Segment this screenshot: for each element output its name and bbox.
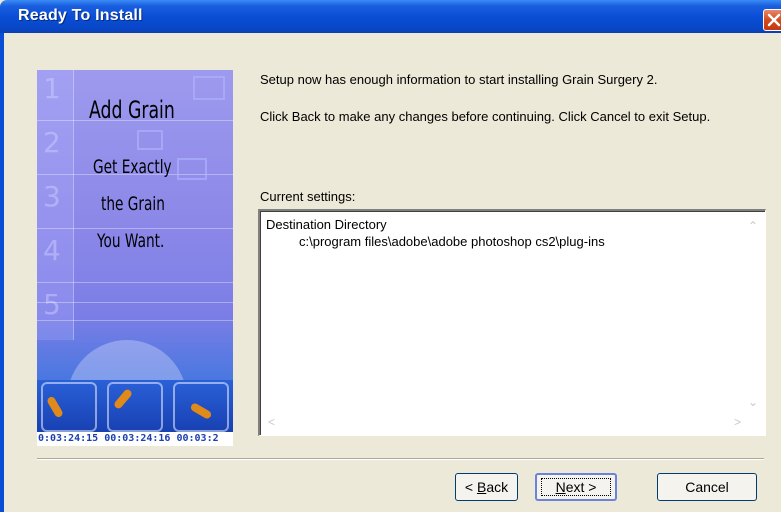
banner-grid-line <box>37 228 233 229</box>
title-bar[interactable]: Ready To Install <box>0 0 781 33</box>
settings-heading: Destination Directory <box>266 217 387 232</box>
banner-headline: Add Grain <box>89 96 175 124</box>
scroll-right-icon[interactable]: > <box>734 415 741 429</box>
banner-decor-box <box>193 76 225 100</box>
close-icon <box>767 13 781 27</box>
next-button[interactable]: Next > <box>535 473 617 501</box>
instructions-text: Click Back to make any changes before co… <box>260 109 711 124</box>
banner-timecode: 0:03:24:15 00:03:24:16 00:03:2 <box>37 432 233 446</box>
banner-tagline-line: the Grain <box>101 193 165 215</box>
banner-tagline-line: Get Exactly <box>93 156 172 178</box>
banner-grid-line <box>37 302 233 303</box>
banner-decor-box <box>177 158 207 180</box>
scroll-up-icon[interactable]: ⌃ <box>748 219 758 233</box>
cancel-button[interactable]: Cancel <box>657 473 757 501</box>
focus-rectangle <box>541 478 611 496</box>
window-title: Ready To Install <box>18 7 143 24</box>
scroll-left-icon[interactable]: < <box>268 415 275 429</box>
back-button[interactable]: < Back <box>455 473 518 501</box>
separator <box>37 458 764 460</box>
current-settings-label: Current settings: <box>260 189 356 204</box>
banner-decor-box <box>137 130 163 150</box>
banner-number: 4 <box>43 234 61 267</box>
intro-text: Setup now has enough information to star… <box>260 72 658 87</box>
banner-tagline-line: You Want. <box>97 230 165 252</box>
product-banner-image: 1 2 3 4 5 Add Grain Get Exactly the Grai… <box>37 70 233 446</box>
banner-number: 5 <box>43 288 61 321</box>
banner-grid-line <box>37 282 233 283</box>
banner-number: 2 <box>43 126 61 159</box>
close-button[interactable] <box>763 9 781 31</box>
banner-number: 3 <box>43 180 61 213</box>
settings-destination-path: c:\program files\adobe\adobe photoshop c… <box>299 234 605 249</box>
banner-grid-line <box>37 320 233 321</box>
banner-number: 1 <box>43 72 61 105</box>
current-settings-textbox[interactable]: Destination Directory c:\program files\a… <box>258 209 766 436</box>
back-accelerator: B <box>476 479 487 495</box>
scroll-down-icon[interactable]: ⌄ <box>748 395 758 409</box>
